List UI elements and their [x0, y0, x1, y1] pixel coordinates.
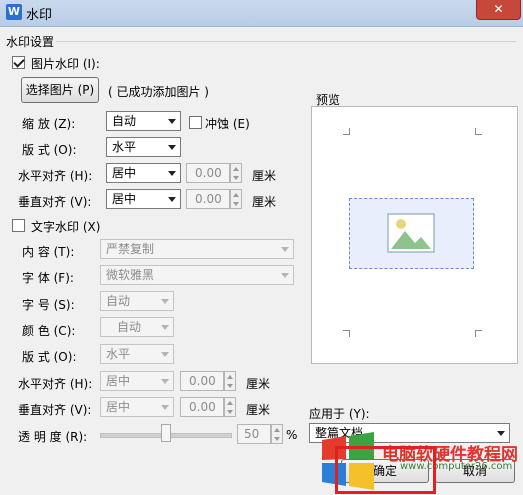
chevron-down-icon: [168, 145, 176, 150]
text-layout-select[interactable]: 水平: [100, 344, 174, 364]
transparency-spinner[interactable]: [271, 424, 283, 444]
picture-status-text: ( 已成功添加图片 ): [108, 85, 209, 99]
font-value: 微软雅黑: [106, 268, 155, 282]
picture-layout-select[interactable]: 水平: [106, 137, 181, 157]
chevron-down-icon: [281, 273, 289, 278]
group-title: 水印设置: [6, 35, 55, 49]
select-picture-button[interactable]: 选择图片 (P): [21, 77, 99, 103]
text-valign-offset[interactable]: 0.00: [180, 397, 224, 417]
text-halign-label: 水平对齐 (H):: [18, 377, 93, 391]
scale-label: 缩 放 (Z):: [22, 117, 76, 131]
chevron-down-icon: [168, 171, 176, 176]
size-value: 自动: [106, 294, 131, 308]
washout-label: 冲蚀 (E): [205, 117, 250, 131]
text-halign-value: 居中: [106, 374, 131, 388]
transparency-label: 透 明 度 (R):: [18, 430, 88, 444]
font-select[interactable]: 微软雅黑: [100, 265, 294, 285]
text-halign-select[interactable]: 居中: [100, 371, 174, 391]
picture-layout-label: 版 式 (O):: [22, 143, 77, 157]
close-button[interactable]: ✕: [476, 0, 521, 20]
title-bar: [0, 0, 523, 27]
chevron-down-icon: [281, 247, 289, 252]
text-layout-label: 版 式 (O):: [22, 350, 77, 364]
unit-label: 厘米: [252, 169, 277, 183]
picture-halign-spinner[interactable]: [230, 163, 242, 183]
page-corner-mark: [475, 128, 482, 135]
text-watermark-label: 文字水印 (X): [31, 220, 101, 234]
chevron-down-icon: [168, 119, 176, 124]
wps-app-icon: W: [6, 4, 22, 20]
font-label: 字 体 (F):: [22, 271, 74, 285]
window-title: 水印: [26, 8, 53, 23]
picture-watermark-label: 图片水印 (I):: [31, 57, 100, 71]
color-value: 自动: [117, 320, 142, 334]
chevron-down-icon: [161, 325, 169, 330]
transparency-input[interactable]: 50: [237, 424, 271, 444]
group-divider: [56, 41, 516, 42]
chevron-down-icon: [168, 197, 176, 202]
watermark-preview: [349, 198, 474, 269]
chevron-down-icon: [161, 352, 169, 357]
percent-label: %: [286, 428, 298, 442]
text-valign-spinner[interactable]: [224, 397, 236, 417]
page-corner-mark: [343, 128, 350, 135]
picture-valign-spinner[interactable]: [230, 189, 242, 209]
picture-halign-label: 水平对齐 (H):: [18, 169, 93, 183]
color-select[interactable]: 自动: [100, 317, 174, 337]
text-halign-offset[interactable]: 0.00: [180, 371, 224, 391]
content-select[interactable]: 严禁复制: [100, 239, 294, 259]
unit-label: 厘米: [246, 403, 271, 417]
picture-watermark-checkbox[interactable]: [12, 56, 25, 69]
chevron-down-icon: [161, 405, 169, 410]
washout-checkbox[interactable]: [189, 116, 202, 129]
text-layout-value: 水平: [106, 347, 131, 361]
size-select[interactable]: 自动: [100, 291, 174, 311]
page-corner-mark: [475, 330, 482, 337]
image-icon: [387, 213, 435, 253]
highlight-frame: [335, 446, 436, 494]
content-value: 严禁复制: [106, 242, 155, 256]
picture-valign-offset[interactable]: 0.00: [186, 189, 230, 209]
apply-to-label: 应用于 (Y):: [309, 407, 370, 421]
color-label: 颜 色 (C):: [22, 324, 76, 338]
picture-halign-value: 居中: [112, 166, 137, 180]
chevron-down-icon: [161, 379, 169, 384]
picture-valign-label: 垂直对齐 (V):: [18, 195, 92, 209]
unit-label: 厘米: [246, 377, 271, 391]
page-corner-mark: [343, 330, 350, 337]
chevron-down-icon: [497, 431, 505, 436]
text-valign-select[interactable]: 居中: [100, 397, 174, 417]
picture-valign-select[interactable]: 居中: [106, 189, 181, 209]
text-valign-value: 居中: [106, 400, 131, 414]
picture-halign-offset[interactable]: 0.00: [186, 163, 230, 183]
transparency-slider-thumb[interactable]: [161, 424, 171, 442]
text-watermark-checkbox[interactable]: [12, 219, 25, 232]
picture-valign-value: 居中: [112, 192, 137, 206]
scale-value: 自动: [112, 114, 137, 128]
scale-select[interactable]: 自动: [106, 111, 181, 131]
picture-layout-value: 水平: [112, 140, 137, 154]
chevron-down-icon: [161, 299, 169, 304]
unit-label: 厘米: [252, 195, 277, 209]
size-label: 字 号 (S):: [22, 298, 75, 312]
text-valign-label: 垂直对齐 (V):: [18, 403, 92, 417]
text-halign-spinner[interactable]: [224, 371, 236, 391]
content-label: 内 容 (T):: [22, 245, 75, 259]
picture-halign-select[interactable]: 居中: [106, 163, 181, 183]
